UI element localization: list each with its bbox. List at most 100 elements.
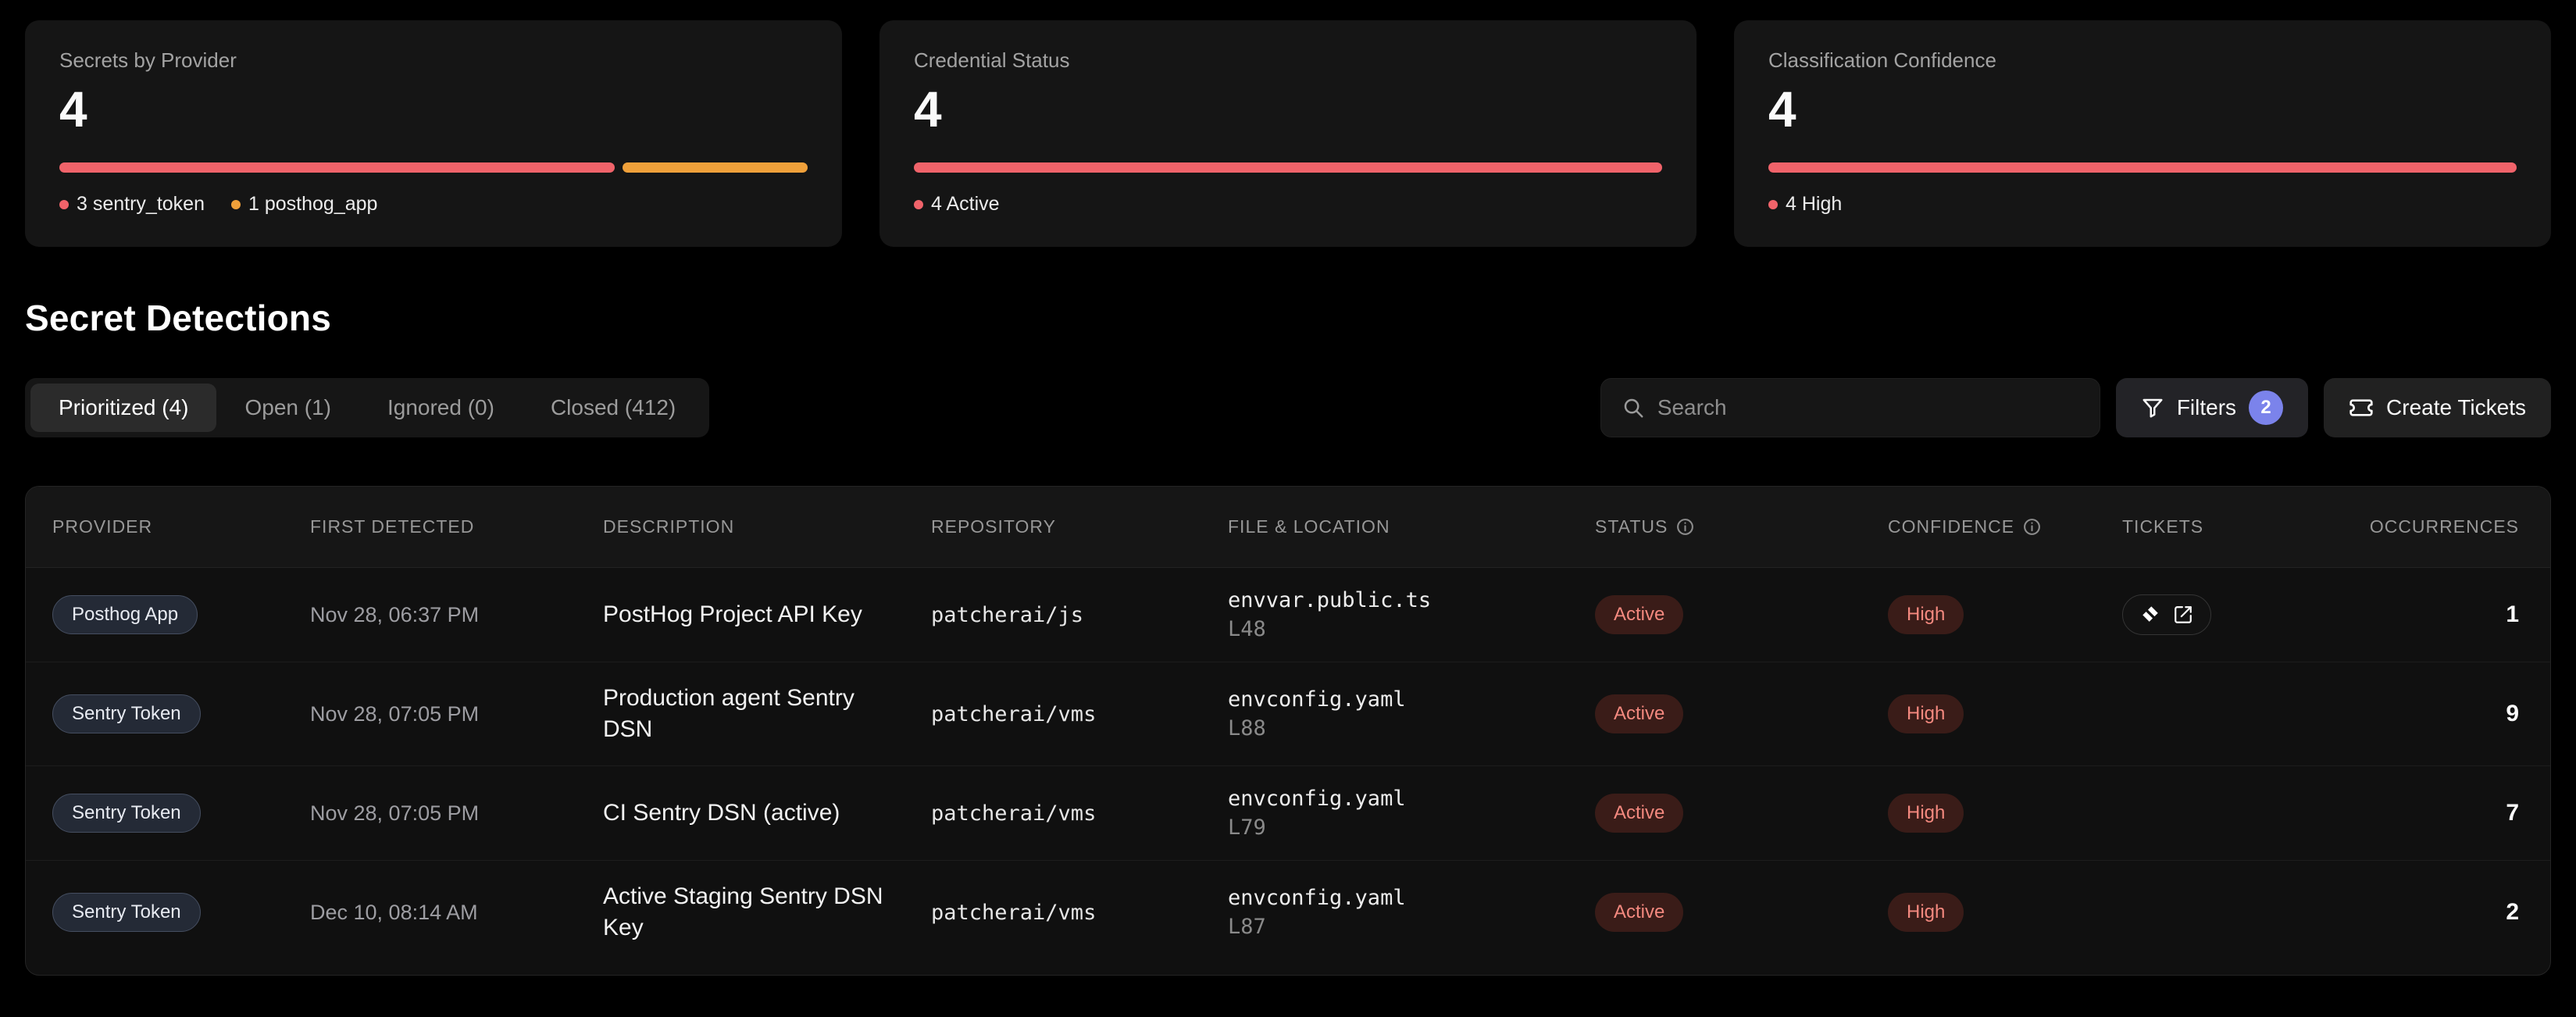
first-detected-cell: Nov 28, 06:37 PM	[310, 603, 603, 627]
table-row[interactable]: Posthog App Nov 28, 06:37 PM PostHog Pro…	[26, 568, 2550, 662]
col-first-detected: First Detected	[310, 516, 603, 537]
bar-segment-high	[1768, 162, 2517, 173]
table-row[interactable]: Sentry Token Dec 10, 08:14 AM Active Sta…	[26, 861, 2550, 975]
confidence-badge: High	[1888, 893, 1964, 932]
table-row[interactable]: Sentry Token Nov 28, 07:05 PM CI Sentry …	[26, 766, 2550, 861]
provider-distribution-bar	[59, 162, 808, 173]
info-icon[interactable]	[1675, 517, 1695, 537]
tab-prioritized[interactable]: Prioritized (4)	[30, 384, 216, 432]
card-legend: 3 sentry_token 1 posthog_app	[59, 193, 808, 216]
file-name: envconfig.yaml	[1228, 687, 1406, 712]
occurrences-cell: 7	[2364, 800, 2524, 826]
bar-segment-posthog-app	[623, 162, 808, 173]
status-tabs: Prioritized (4) Open (1) Ignored (0) Clo…	[25, 378, 709, 437]
ticket-icon	[2349, 395, 2374, 420]
provider-badge: Sentry Token	[52, 794, 201, 833]
description-cell: Active Staging Sentry DSN Key	[603, 881, 931, 944]
info-icon[interactable]	[2022, 517, 2042, 537]
filter-icon	[2141, 396, 2164, 419]
search-input[interactable]	[1657, 395, 2079, 420]
file-location-cell: envconfig.yaml L88	[1228, 687, 1595, 740]
card-value: 4	[914, 80, 1662, 138]
provider-badge: Sentry Token	[52, 694, 201, 733]
legend-label: 1 posthog_app	[248, 193, 377, 216]
stat-cards-row: Secrets by Provider 4 3 sentry_token 1 p…	[25, 20, 2551, 247]
legend-label: 4 Active	[931, 193, 1000, 216]
provider-badge: Sentry Token	[52, 893, 201, 932]
legend-item: 4 High	[1768, 193, 1842, 216]
file-location-cell: envvar.public.ts L48	[1228, 588, 1595, 641]
col-file-location: File & Location	[1228, 516, 1595, 537]
status-badge: Active	[1595, 893, 1683, 932]
occurrences-cell: 9	[2364, 701, 2524, 727]
toolbar-right: Filters 2 Create Tickets	[1600, 378, 2551, 437]
status-badge: Active	[1595, 794, 1683, 833]
legend-dot	[231, 200, 241, 209]
legend-dot	[59, 200, 69, 209]
filters-label: Filters	[2177, 395, 2236, 420]
status-badge: Active	[1595, 595, 1683, 634]
occurrences-cell: 1	[2364, 601, 2524, 628]
card-legend: 4 Active	[914, 193, 1662, 216]
description-cell: Production agent Sentry DSN	[603, 683, 931, 745]
table-header: Provider First Detected Description Repo…	[26, 487, 2550, 568]
table-row[interactable]: Sentry Token Nov 28, 07:05 PM Production…	[26, 662, 2550, 766]
description-cell: CI Sentry DSN (active)	[603, 798, 931, 829]
bar-segment-sentry-token	[59, 162, 615, 173]
card-title: Secrets by Provider	[59, 48, 808, 73]
filters-count-badge: 2	[2249, 391, 2283, 425]
status-badge: Active	[1595, 694, 1683, 733]
legend-item: 4 Active	[914, 193, 1000, 216]
col-confidence-label: Confidence	[1888, 516, 2014, 537]
filters-button[interactable]: Filters 2	[2116, 378, 2308, 437]
col-status-label: Status	[1595, 516, 1668, 537]
first-detected-cell: Dec 10, 08:14 AM	[310, 901, 603, 925]
card-title: Credential Status	[914, 48, 1662, 73]
file-line: L88	[1228, 716, 1266, 740]
card-title: Classification Confidence	[1768, 48, 2517, 73]
repository-cell: patcherai/vms	[931, 702, 1228, 726]
repository-cell: patcherai/vms	[931, 901, 1228, 925]
col-provider: Provider	[52, 516, 310, 537]
col-repository: Repository	[931, 516, 1228, 537]
first-detected-cell: Nov 28, 07:05 PM	[310, 801, 603, 826]
col-tickets: Tickets	[2122, 516, 2364, 537]
first-detected-cell: Nov 28, 07:05 PM	[310, 702, 603, 726]
create-tickets-label: Create Tickets	[2386, 395, 2526, 420]
file-line: L48	[1228, 617, 1266, 641]
confidence-badge: High	[1888, 794, 1964, 833]
create-tickets-button[interactable]: Create Tickets	[2324, 378, 2551, 437]
col-occurrences: Occurrences	[2364, 516, 2524, 537]
col-description: Description	[603, 516, 931, 537]
repository-cell: patcherai/vms	[931, 801, 1228, 826]
card-value: 4	[1768, 80, 2517, 138]
tab-closed[interactable]: Closed (412)	[523, 384, 704, 432]
bar-segment-active	[914, 162, 1662, 173]
external-link-icon[interactable]	[2173, 605, 2193, 625]
legend-label: 3 sentry_token	[77, 193, 205, 216]
card-value: 4	[59, 80, 808, 138]
confidence-badge: High	[1888, 595, 1964, 634]
status-distribution-bar	[914, 162, 1662, 173]
ticket-links-button[interactable]	[2122, 594, 2211, 635]
search-box[interactable]	[1600, 378, 2100, 437]
legend-label: 4 High	[1786, 193, 1842, 216]
controls-row: Prioritized (4) Open (1) Ignored (0) Clo…	[25, 378, 2551, 437]
confidence-distribution-bar	[1768, 162, 2517, 173]
search-icon	[1622, 396, 1645, 419]
file-name: envvar.public.ts	[1228, 588, 1431, 612]
page-title: Secret Detections	[25, 297, 2551, 339]
card-legend: 4 High	[1768, 193, 2517, 216]
col-status: Status	[1595, 516, 1888, 537]
file-name: envconfig.yaml	[1228, 886, 1406, 910]
jira-icon[interactable]	[2140, 605, 2160, 625]
tickets-cell	[2122, 594, 2364, 635]
detections-table: Provider First Detected Description Repo…	[25, 486, 2551, 976]
card-classification-confidence: Classification Confidence 4 4 High	[1734, 20, 2551, 247]
tab-ignored[interactable]: Ignored (0)	[359, 384, 523, 432]
legend-dot	[914, 200, 923, 209]
legend-item: 1 posthog_app	[231, 193, 377, 216]
card-secrets-by-provider: Secrets by Provider 4 3 sentry_token 1 p…	[25, 20, 842, 247]
tab-open[interactable]: Open (1)	[216, 384, 359, 432]
file-line: L87	[1228, 915, 1266, 939]
